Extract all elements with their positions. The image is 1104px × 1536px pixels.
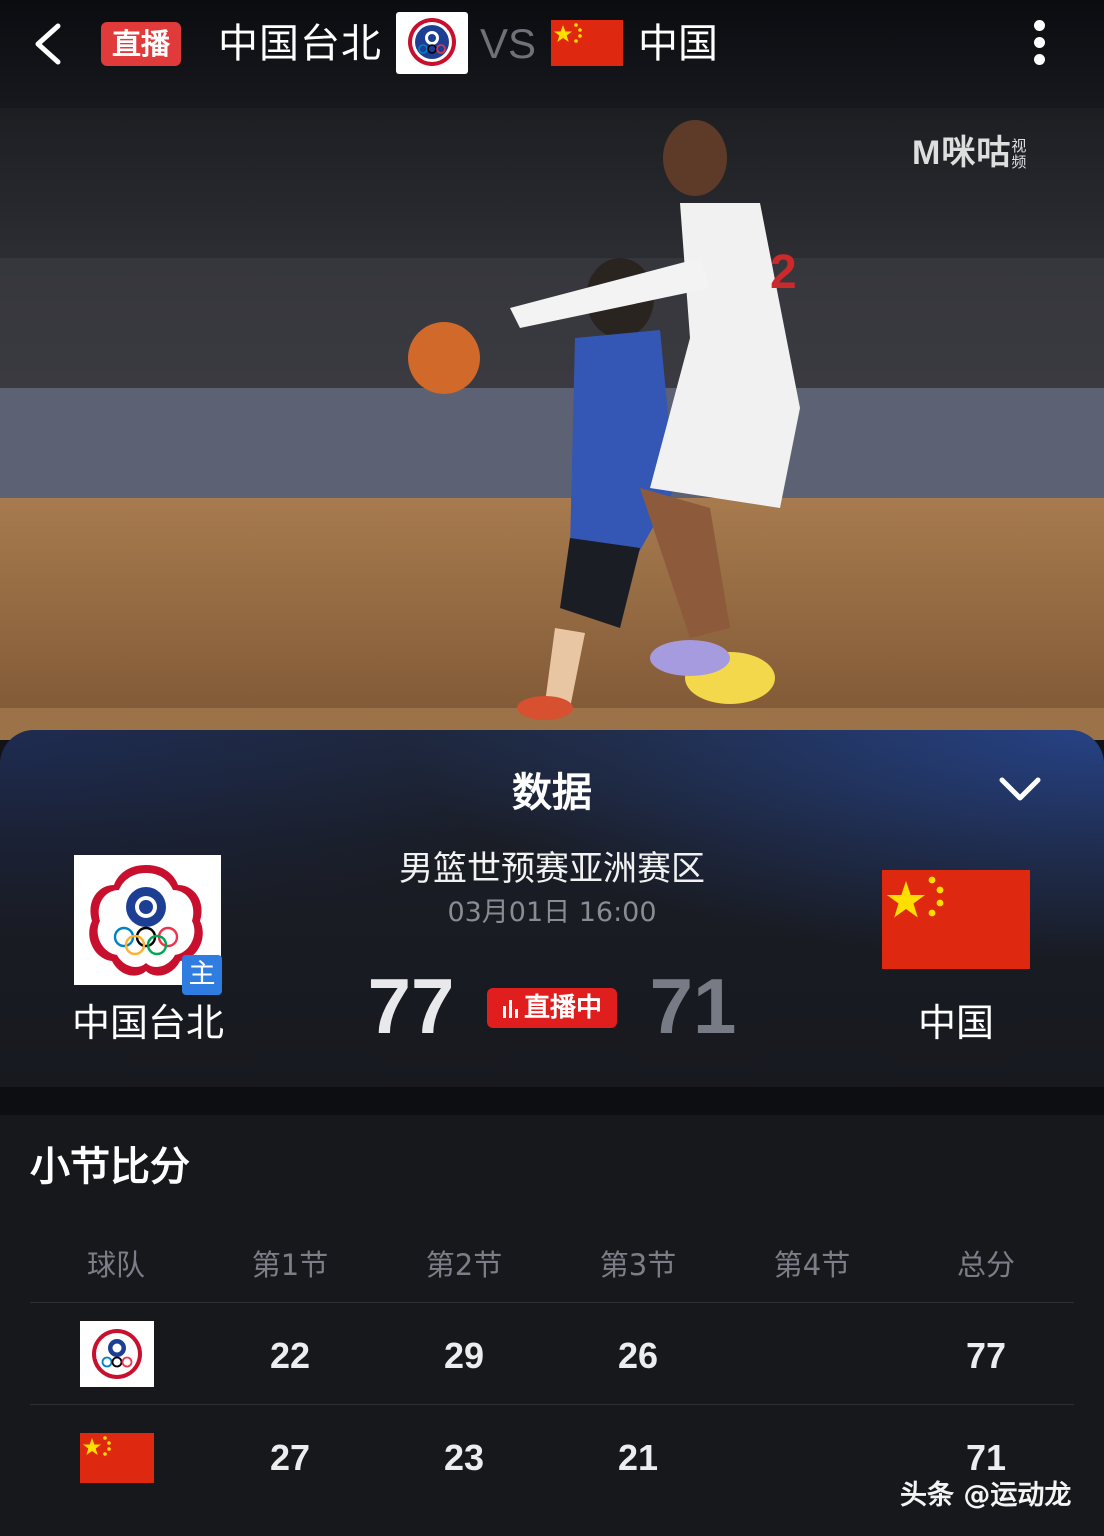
chinese-taipei-flag-icon <box>396 12 468 74</box>
live-tag: 直播 <box>101 22 181 66</box>
away-team-title: 中国 <box>638 21 718 67</box>
back-arrow-icon[interactable] <box>30 22 70 66</box>
away-q2-score: 23 <box>443 1437 485 1478</box>
away-score: 71 <box>649 962 737 1050</box>
match-data-panel: 数据 主 中国台北 男篮世预赛亚洲赛区 03月01日 16:00 77 直播中 … <box>0 730 1104 1090</box>
home-q3-score: 26 <box>617 1335 659 1376</box>
header-total: 总分 <box>956 1248 1015 1282</box>
home-score: 77 <box>367 962 455 1050</box>
watermark-text: 咪咕 <box>941 134 1012 172</box>
svg-text:2: 2 <box>770 246 797 299</box>
china-flag-icon <box>551 20 623 66</box>
panel-title: 数据 <box>512 770 592 816</box>
chinese-taipei-flag-icon <box>80 1321 154 1387</box>
watermark-brand: M <box>912 134 942 172</box>
china-flag-icon <box>80 1433 154 1483</box>
source-credit: 头条 @运动龙 <box>900 1480 1072 1511</box>
home-q2-score: 29 <box>443 1335 485 1376</box>
header-q4: 第4节 <box>773 1248 851 1282</box>
top-bar: 直播 中国台北 VS 中国 <box>0 0 1104 108</box>
versus-label: VS <box>480 20 537 67</box>
migu-watermark: M咪咕视频 <box>912 133 1029 173</box>
watermark-sub: 视频 <box>1011 138 1028 172</box>
header-q1: 第1节 <box>251 1248 329 1282</box>
home-total-score: 77 <box>965 1335 1007 1376</box>
video-frame: 2 <box>0 108 1104 740</box>
table-row: 22 29 26 77 <box>30 1305 1074 1405</box>
quarter-scores-section: 小节比分 球队 第1节 第2节 第3节 第4节 总分 22 29 26 77 2… <box>0 1115 1104 1536</box>
away-team-name[interactable]: 中国 <box>868 996 1044 1050</box>
live-status-badge: 直播中 <box>487 988 617 1028</box>
header-q2: 第2节 <box>425 1248 503 1282</box>
live-bars-icon <box>502 1000 518 1018</box>
video-player[interactable]: 2 M咪咕视频 <box>0 108 1104 740</box>
away-team-logo[interactable] <box>882 870 1030 969</box>
table-header: 球队 第1节 第2节 第3节 第4节 总分 <box>30 1235 1074 1303</box>
away-q3-score: 21 <box>617 1437 659 1478</box>
live-status-label: 直播中 <box>523 993 602 1023</box>
home-team-title: 中国台北 <box>218 21 382 67</box>
home-badge: 主 <box>182 955 222 995</box>
away-q1-score: 27 <box>269 1437 311 1478</box>
more-options-icon[interactable] <box>1030 16 1048 72</box>
home-team-name[interactable]: 中国台北 <box>60 996 236 1050</box>
section-title: 小节比分 <box>30 1144 190 1190</box>
chevron-down-icon[interactable] <box>998 774 1042 804</box>
header-team: 球队 <box>86 1248 145 1282</box>
home-q1-score: 22 <box>269 1335 311 1376</box>
header-q3: 第3节 <box>599 1248 677 1282</box>
section-divider <box>0 1087 1104 1115</box>
